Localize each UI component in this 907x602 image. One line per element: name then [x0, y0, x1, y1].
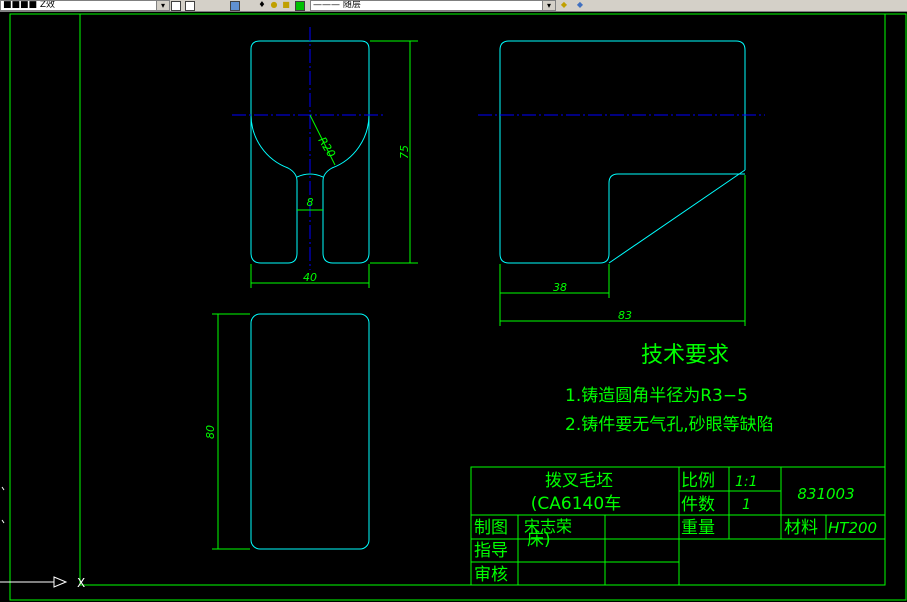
weight-label: 重量	[681, 518, 715, 538]
part-name-line1: 拨叉毛坯	[545, 471, 613, 491]
dim-83-label: 83	[618, 309, 632, 322]
dim-80-label: 80	[204, 425, 217, 439]
technical-requirements: 技术要求 1.铸造圆角半径为R3−5 2.铸件要无气孔,砂眼等缺陷	[565, 343, 774, 435]
top-view-dimensions	[212, 313, 250, 550]
drawn-by-name: 宋志荣	[524, 517, 572, 536]
dim-8-label: 8	[307, 196, 314, 209]
side-view-outline	[499, 40, 746, 264]
tech-requirements-title: 技术要求	[641, 343, 729, 368]
count-label: 件数	[681, 495, 715, 515]
dim-r20-label: R20	[315, 135, 337, 160]
part-name-line2: (CA6140车	[531, 494, 621, 514]
ucs-x-label: X	[77, 576, 85, 590]
tech-requirement-2: 2.铸件要无气孔,砂眼等缺陷	[565, 415, 774, 435]
front-view: R20 75 8 40	[232, 27, 418, 288]
top-view-outline	[250, 313, 370, 550]
drawn-by-label: 制图	[474, 518, 508, 538]
front-view-dimensions	[250, 40, 418, 288]
sheet-border	[9, 13, 907, 601]
review-label: 审核	[474, 565, 508, 585]
material-value: HT200	[828, 519, 877, 537]
side-view-dimensions	[499, 175, 746, 326]
title-block: 拨叉毛坯 (CA6140车 床) 比例 1:1 件数 1 重量 材料 HT200…	[470, 466, 886, 586]
front-view-centerlines	[232, 27, 385, 270]
material-label: 材料	[784, 518, 818, 538]
side-view: 38 83	[478, 40, 765, 326]
inner-frame	[79, 13, 886, 586]
drawing-canvas[interactable]: R20 75 8 40 38 83 80 技术要求 1.铸造圆角半径为R3−5 …	[0, 0, 907, 602]
scale-label: 比例	[681, 471, 715, 491]
count-value: 1	[742, 497, 751, 513]
guide-label: 指导	[474, 541, 508, 561]
dim-75-label: 75	[398, 145, 411, 159]
dim-40-label: 40	[303, 271, 317, 284]
scale-value: 1:1	[735, 474, 758, 490]
drawing-number: 831003	[797, 485, 854, 503]
outer-frame	[9, 13, 907, 601]
top-view: 80	[204, 313, 370, 550]
tech-requirement-1: 1.铸造圆角半径为R3−5	[565, 386, 748, 406]
dim-38-label: 38	[553, 281, 567, 294]
